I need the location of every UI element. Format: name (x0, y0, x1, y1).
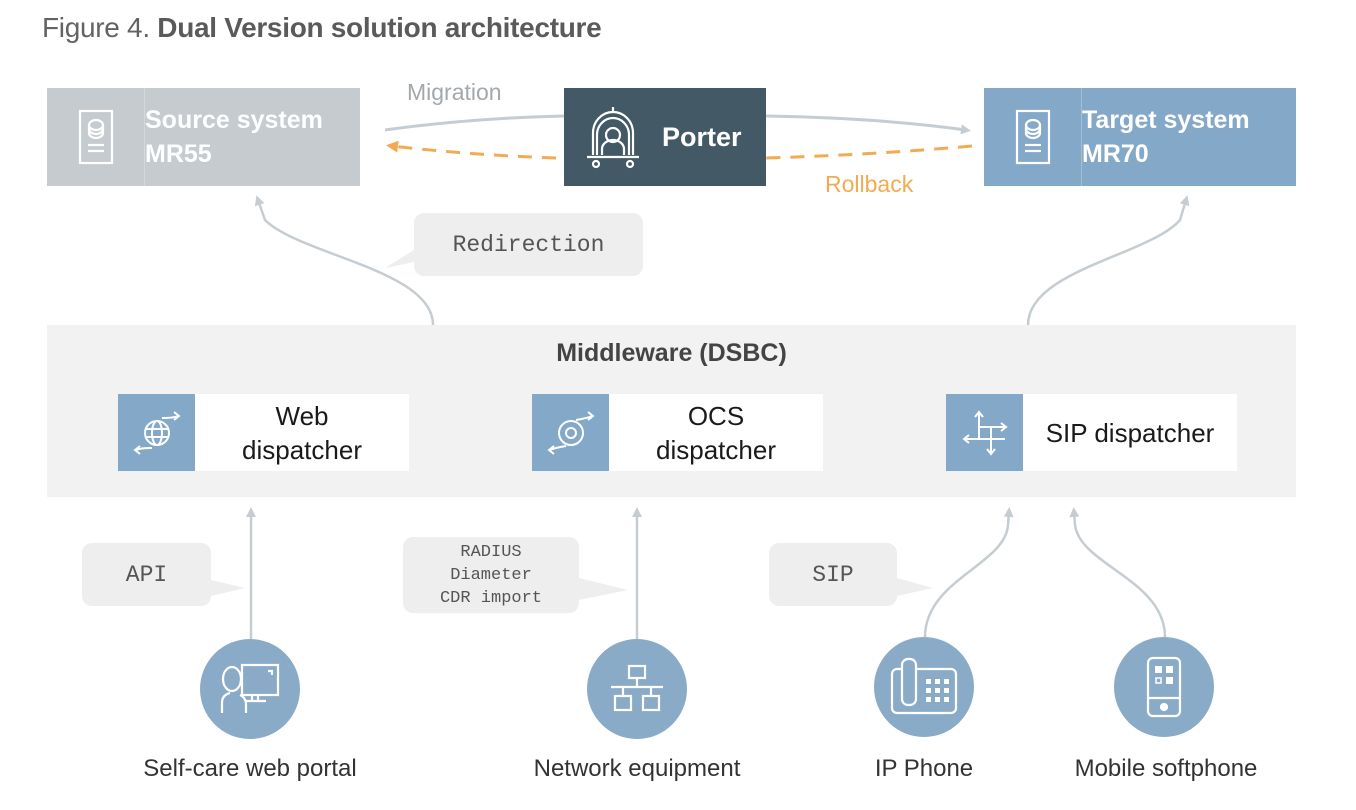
migration-label: Migration (407, 79, 502, 105)
mobile-softphone-node (1114, 637, 1214, 737)
network-equipment-label: Network equipment (533, 755, 741, 782)
network-equipment-node (587, 639, 687, 739)
mobile-phone-icon (1146, 656, 1182, 718)
web-dispatcher-line2: dispatcher (242, 434, 362, 465)
ipphone-arrow (923, 507, 1014, 638)
porter-bell-cart-icon (564, 88, 662, 186)
web-dispatcher: Web dispatcher (118, 394, 409, 471)
ring-arrows-icon (532, 394, 609, 471)
porter-label: Porter (662, 121, 742, 152)
bubble-line-cdr-import: CDR import (439, 588, 543, 608)
bubble-tail-radius (579, 578, 628, 600)
middleware-container: Middleware (DSBC) Web dispatcher OCS dis… (47, 325, 1296, 497)
porter-box: Porter (564, 88, 766, 186)
source-system-version: MR55 (145, 140, 212, 168)
bubble-tail-sip (897, 578, 933, 596)
globe-arrows-icon (118, 394, 195, 471)
network-topology-icon (611, 664, 663, 712)
self-care-portal-label: Self-care web portal (143, 755, 357, 782)
rollback-arrow-right (765, 144, 973, 160)
migration-arrow-left (384, 114, 565, 132)
self-care-portal-node (200, 639, 300, 739)
mobile-arrow (1069, 507, 1167, 638)
target-system-version: MR70 (1082, 140, 1149, 168)
redirection-bubble: Redirection (414, 213, 643, 276)
bubble-tail-api (211, 580, 245, 596)
source-system-name: Source system (145, 106, 323, 134)
migration-arrow-right (765, 114, 971, 135)
four-way-arrows-icon (946, 394, 1023, 471)
ocs-dispatcher-line2: dispatcher (656, 434, 776, 465)
target-system-label: Target system MR70 (1082, 103, 1250, 171)
web-dispatcher-line1: Web (275, 400, 329, 431)
rollback-label: Rollback (825, 171, 914, 197)
desk-phone-icon (890, 657, 958, 715)
bubble-line-diameter: Diameter (450, 565, 532, 585)
redirection-arrow-target (1026, 195, 1190, 326)
ocs-dispatcher-line1: OCS (687, 400, 745, 431)
sip-dispatcher-label: SIP dispatcher (1023, 394, 1237, 471)
middleware-title: Middleware (DSBC) (556, 339, 787, 367)
ip-phone-node (874, 637, 974, 737)
target-system-box: Target system MR70 (984, 88, 1296, 186)
sip-bubble: SIP (769, 543, 897, 606)
target-system-name: Target system (1082, 106, 1250, 134)
rollback-arrow-left (386, 140, 557, 160)
radius-diameter-cdr-bubble: RADIUS Diameter CDR import (403, 537, 579, 613)
ocs-dispatcher-label: OCS dispatcher (609, 394, 823, 471)
server-database-icon (984, 88, 1082, 186)
ip-phone-label: IP Phone (874, 755, 974, 782)
bubble-tail-redirection (385, 250, 414, 268)
bubble-line-radius: RADIUS (460, 542, 522, 562)
user-computer-icon (220, 663, 280, 713)
web-dispatcher-label: Web dispatcher (195, 394, 409, 471)
ocs-dispatcher: OCS dispatcher (532, 394, 823, 471)
server-database-icon (47, 88, 145, 186)
sip-dispatcher-line1: SIP dispatcher (1045, 417, 1215, 448)
source-system-label: Source system MR55 (145, 103, 323, 171)
sip-dispatcher: SIP dispatcher (946, 394, 1237, 471)
mobile-softphone-label: Mobile softphone (1074, 755, 1258, 782)
source-system-box: Source system MR55 (47, 88, 360, 186)
api-bubble: API (82, 543, 211, 606)
